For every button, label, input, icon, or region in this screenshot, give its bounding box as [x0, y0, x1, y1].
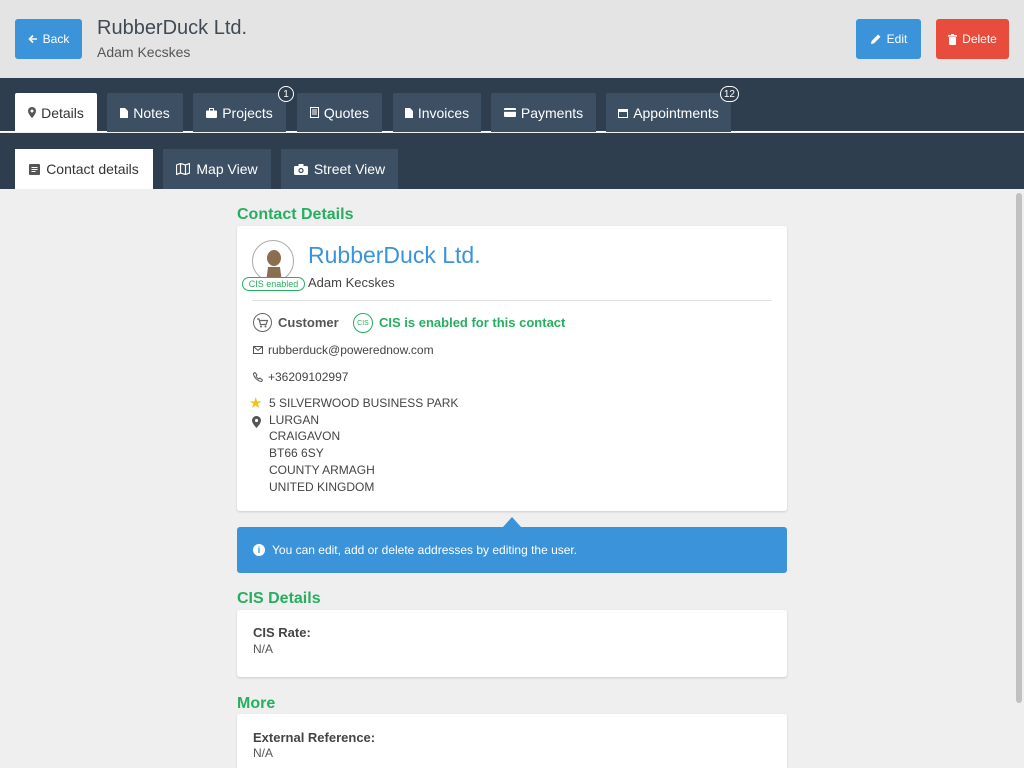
- invoice-icon: [404, 107, 413, 118]
- address-line: UNITED KINGDOM: [269, 479, 375, 494]
- address-line: 5 SILVERWOOD BUSINESS PARK: [269, 396, 459, 410]
- envelope-icon: [253, 346, 263, 354]
- tab-invoices[interactable]: Invoices: [393, 93, 481, 132]
- star-icon: ★: [249, 395, 263, 412]
- tab-label: Invoices: [417, 104, 470, 121]
- map-pin-icon: [252, 415, 261, 433]
- avatar: [252, 240, 294, 282]
- contact-card-icon: [29, 163, 41, 175]
- sub-tab-bar: Contact details Map View Street View: [0, 133, 1024, 189]
- phone-link[interactable]: +36209102997: [268, 370, 348, 384]
- info-message-text: You can edit, add or delete addresses by…: [272, 543, 578, 557]
- address-line: BT66 6SY: [269, 446, 324, 461]
- subtab-street-view[interactable]: Street View: [281, 149, 398, 189]
- tab-projects[interactable]: Projects 1: [193, 86, 294, 132]
- quote-document-icon: [309, 107, 319, 118]
- subtab-label: Street View: [313, 161, 386, 177]
- calendar-icon: [618, 108, 629, 118]
- address-line: CRAIGAVON: [269, 429, 341, 444]
- pencil-icon: [870, 34, 881, 44]
- tab-label: Projects: [222, 104, 273, 121]
- contact-details-heading: Contact Details: [237, 206, 354, 223]
- page-title: RubberDuck Ltd.: [97, 17, 248, 39]
- info-icon: i: [253, 544, 265, 556]
- trash-icon: [948, 33, 958, 45]
- cis-rate-value: N/A: [253, 642, 274, 656]
- back-button-label: Back: [42, 32, 70, 46]
- edit-button[interactable]: Edit: [856, 19, 921, 59]
- address-block: 5 SILVERWOOD BUSINESS PARK LURGAN CRAIGA…: [269, 395, 458, 495]
- page-subtitle: Adam Kecskes: [97, 44, 191, 60]
- cis-enabled-badge: CIS enabled: [242, 277, 305, 291]
- email-row: rubberduck@powerednow.com: [253, 343, 434, 357]
- address-line: LURGAN: [269, 412, 320, 427]
- subtab-contact-details[interactable]: Contact details: [15, 149, 153, 189]
- delete-button-label: Delete: [962, 32, 997, 46]
- tab-notes[interactable]: Notes: [107, 93, 183, 132]
- contact-person: Adam Kecskes: [308, 275, 395, 290]
- cis-rate-label: CIS Rate:: [253, 625, 311, 640]
- info-pointer: [503, 517, 521, 527]
- tab-label: Appointments: [633, 104, 719, 121]
- projects-count-badge: 1: [278, 86, 294, 102]
- info-message-box: i You can edit, add or delete addresses …: [237, 527, 787, 573]
- shopping-cart-icon: [253, 313, 272, 332]
- camera-icon: [293, 163, 308, 175]
- subtab-label: Contact details: [46, 161, 139, 177]
- edit-button-label: Edit: [886, 32, 908, 46]
- appointments-count-badge: 12: [719, 86, 739, 102]
- subtab-map-view[interactable]: Map View: [163, 149, 271, 189]
- subtab-label: Map View: [196, 161, 258, 177]
- external-reference-label: External Reference:: [253, 730, 376, 745]
- delete-button[interactable]: Delete: [936, 19, 1009, 59]
- map-icon: [176, 163, 191, 175]
- back-button[interactable]: Back: [15, 19, 82, 59]
- contact-name: RubberDuck Ltd.: [308, 242, 481, 268]
- credit-card-icon: [503, 108, 516, 117]
- phone-icon: [253, 372, 263, 382]
- briefcase-icon: [206, 107, 218, 118]
- main-tab-bar: Details Notes Projects 1 Quotes Invoices…: [0, 78, 1024, 132]
- arrow-left-icon: [28, 34, 37, 44]
- cis-details-card: CIS Rate: N/A: [237, 610, 787, 677]
- contact-type: Customer: [278, 315, 339, 330]
- more-heading: More: [237, 695, 276, 712]
- map-pin-icon: [28, 107, 37, 118]
- cis-icon: CIS: [353, 313, 373, 333]
- tab-details[interactable]: Details: [15, 93, 97, 132]
- cis-status: CIS is enabled for this contact: [379, 315, 566, 330]
- person-silhouette-icon: [266, 250, 282, 281]
- scrollbar-thumb[interactable]: [1016, 193, 1022, 703]
- address-line: COUNTY ARMAGH: [269, 462, 375, 477]
- cis-details-heading: CIS Details: [237, 590, 321, 607]
- external-reference-value: N/A: [253, 746, 274, 760]
- page-header: Back RubberDuck Ltd. Adam Kecskes Edit D…: [0, 0, 1024, 78]
- tab-label: Payments: [520, 104, 584, 121]
- email-link[interactable]: rubberduck@powerednow.com: [268, 343, 434, 357]
- divider: [252, 300, 772, 301]
- contact-card: CIS enabled RubberDuck Ltd. Adam Kecskes…: [237, 226, 787, 511]
- more-card: External Reference: N/A: [237, 714, 787, 768]
- tab-quotes[interactable]: Quotes: [297, 93, 382, 132]
- tab-appointments[interactable]: Appointments 12: [606, 86, 739, 132]
- note-icon: [120, 107, 129, 118]
- tab-label: Quotes: [323, 104, 370, 121]
- phone-row: +36209102997: [253, 370, 348, 384]
- tab-label: Details: [41, 104, 84, 121]
- tab-label: Notes: [133, 104, 170, 121]
- tab-payments[interactable]: Payments: [491, 93, 596, 132]
